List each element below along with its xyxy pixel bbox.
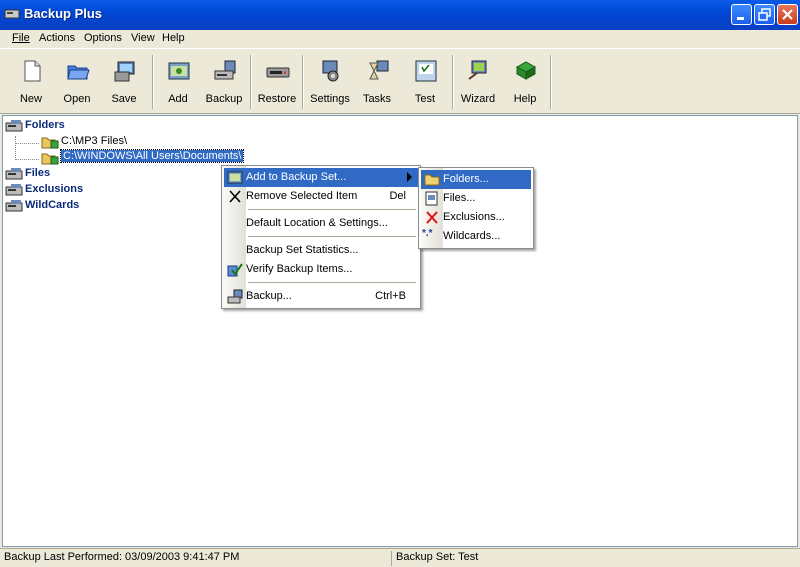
minimize-button[interactable] <box>731 4 752 25</box>
menu-bar: File Actions Options View Help <box>0 30 800 48</box>
submenu-item-folders[interactable]: Folders... <box>421 170 531 189</box>
file-icon <box>425 191 438 206</box>
tree-node-files[interactable]: Files <box>5 166 125 182</box>
add-button[interactable]: Add <box>155 55 201 109</box>
test-icon <box>415 60 437 82</box>
tree-node-folder-documents[interactable]: C:\WINDOWS\All Users\Documents\ <box>41 149 281 166</box>
context-menu: Add to Backup Set... Remove Selected Ite… <box>221 165 421 309</box>
folder-icon <box>424 174 440 186</box>
minimize-icon <box>737 17 744 20</box>
save-icon <box>114 61 135 82</box>
menu-item-statistics[interactable]: Backup Set Statistics... <box>224 241 418 260</box>
menu-item-add-to-backup-set[interactable]: Add to Backup Set... <box>224 168 418 187</box>
submenu-add-to-backup-set: Folders... Files... Exclusions... *.* Wi… <box>418 167 534 249</box>
restore-icon <box>266 67 290 78</box>
close-icon <box>782 9 793 20</box>
tasks-button[interactable]: Tasks <box>354 55 400 109</box>
menu-separator <box>248 282 416 283</box>
remove-x-icon <box>229 190 241 203</box>
menu-help[interactable]: Help <box>162 32 185 44</box>
submenu-item-exclusions[interactable]: Exclusions... <box>421 208 531 227</box>
status-backup-set: Backup Set: Test <box>391 551 478 566</box>
folder-backup-icon <box>41 137 59 149</box>
app-icon <box>4 9 20 19</box>
new-button[interactable]: New <box>8 55 54 109</box>
help-book-icon <box>515 61 537 80</box>
restore-window-button[interactable] <box>754 4 775 25</box>
status-last-performed: Backup Last Performed: 03/09/2003 9:41:4… <box>4 551 240 563</box>
tree-connector <box>15 159 39 160</box>
menu-item-backup[interactable]: Backup... Ctrl+B <box>224 287 418 306</box>
menu-view[interactable]: View <box>131 32 155 44</box>
help-button[interactable]: Help <box>502 55 548 109</box>
menu-item-remove-selected[interactable]: Remove Selected Item Del <box>224 187 418 206</box>
window-title: Backup Plus <box>24 6 103 21</box>
menu-actions[interactable]: Actions <box>39 32 75 44</box>
new-document-icon <box>24 60 41 82</box>
toolbar: New Open Save Add Backup Restore Setting… <box>0 48 800 114</box>
drive-icon <box>5 120 23 132</box>
test-button[interactable]: Test <box>402 55 448 109</box>
add-icon <box>227 171 243 184</box>
menu-separator <box>248 236 416 237</box>
add-icon <box>168 62 190 80</box>
menu-options[interactable]: Options <box>84 32 122 44</box>
close-button[interactable] <box>777 4 798 25</box>
verify-icon <box>227 263 243 277</box>
tree-node-exclusions[interactable]: Exclusions <box>5 182 125 198</box>
tree-node-folders[interactable]: Folders <box>5 118 125 134</box>
wizard-button[interactable]: Wizard <box>455 55 501 109</box>
backup-icon <box>214 60 236 80</box>
drive-icon <box>5 184 23 196</box>
tree-node-wildcards[interactable]: WildCards <box>5 198 125 214</box>
backup-button[interactable]: Backup <box>201 55 247 109</box>
drive-icon <box>5 168 23 180</box>
title-bar: Backup Plus <box>0 0 800 30</box>
wizard-icon <box>468 60 487 80</box>
open-folder-icon <box>67 65 90 80</box>
tree-connector <box>15 143 39 144</box>
menu-item-default-location[interactable]: Default Location & Settings... <box>224 214 418 233</box>
status-bar: Backup Last Performed: 03/09/2003 9:41:4… <box>0 548 800 567</box>
tasks-icon <box>369 60 389 80</box>
tree-node-folder-mp3[interactable]: C:\MP3 Files\ <box>41 134 221 150</box>
folder-backup-icon <box>41 153 59 165</box>
submenu-item-files[interactable]: Files... <box>421 189 531 208</box>
restore-window-icon <box>758 8 771 21</box>
menu-file[interactable]: File <box>12 32 30 44</box>
submenu-arrow-icon <box>407 172 412 182</box>
backup-icon <box>227 289 243 304</box>
menu-separator <box>248 209 416 210</box>
toolbar-separator <box>550 55 552 109</box>
menu-item-verify[interactable]: Verify Backup Items... <box>224 260 418 279</box>
exclusion-x-icon <box>426 211 438 224</box>
submenu-item-wildcards[interactable]: *.* Wildcards... <box>421 227 531 246</box>
drive-icon <box>5 200 23 212</box>
save-button[interactable]: Save <box>101 55 147 109</box>
tree-connector <box>15 136 16 160</box>
restore-button[interactable]: Restore <box>254 55 300 109</box>
open-button[interactable]: Open <box>54 55 100 109</box>
wildcard-icon: *.* <box>422 228 433 239</box>
settings-icon <box>322 60 339 82</box>
settings-button[interactable]: Settings <box>307 55 353 109</box>
